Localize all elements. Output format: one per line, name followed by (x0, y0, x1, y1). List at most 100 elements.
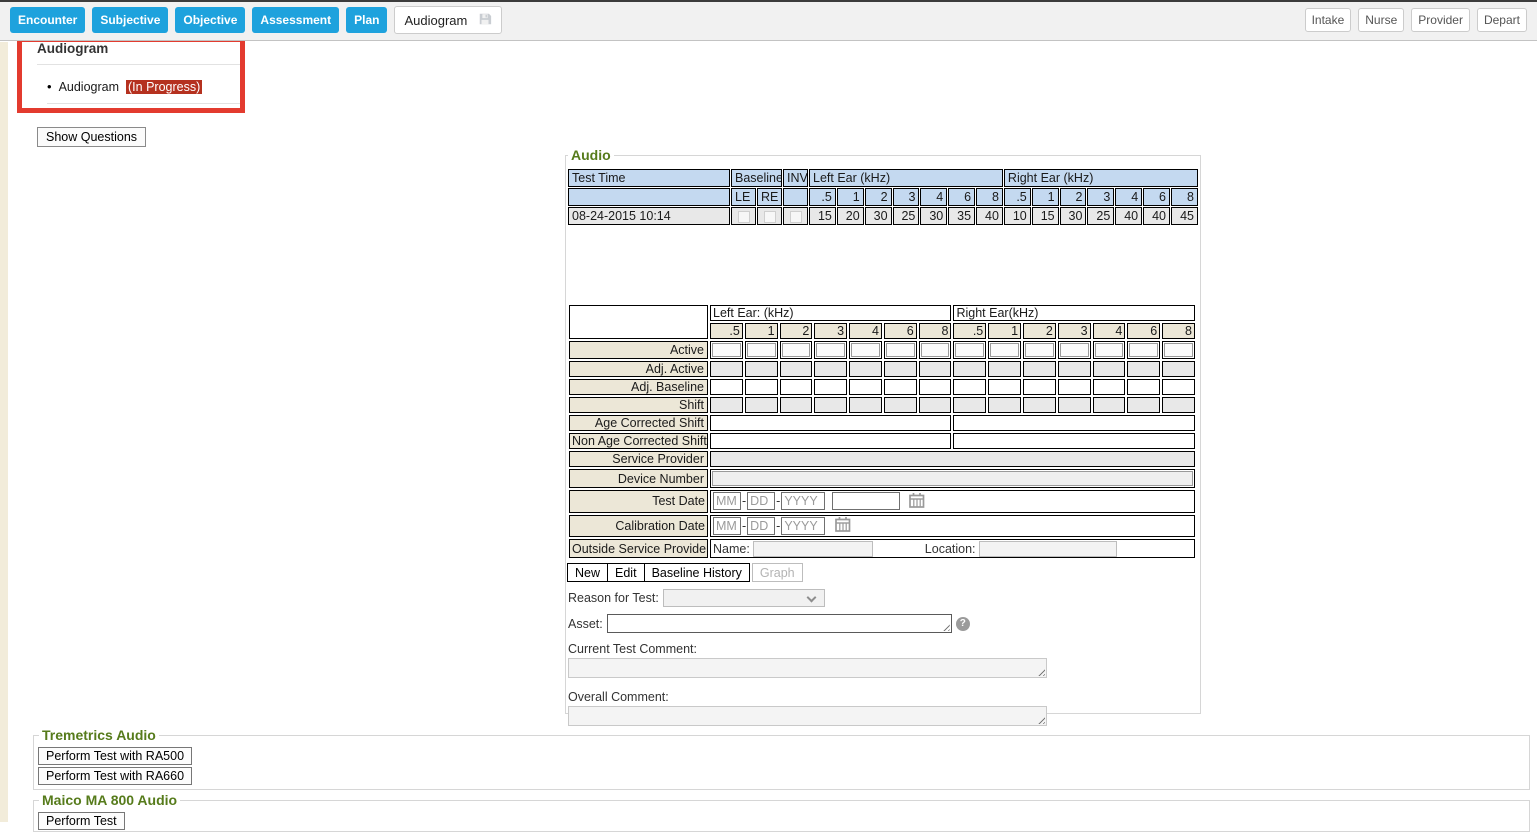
grid-cell (1093, 361, 1126, 377)
threshold-value-cell: 25 (1087, 207, 1114, 225)
threshold-value-cell: 20 (837, 207, 864, 225)
row-label: Non Age Corrected Shift (569, 433, 708, 449)
grid-cell (745, 361, 778, 377)
test-date-row: Test Date -- (569, 490, 1195, 513)
threshold-value-cell: 40 (976, 207, 1003, 225)
nav-button-objective[interactable]: Objective (175, 7, 245, 33)
freq-header-cell: 1 (837, 188, 864, 206)
audio-action-buttons: New Edit Baseline History Graph (567, 563, 1199, 582)
audiogram-section-title: Audiogram (37, 41, 243, 65)
overall-comment-label: Overall Comment: (568, 690, 669, 704)
grid-cell (1023, 379, 1056, 395)
current-test-comment-textarea[interactable] (568, 658, 1047, 678)
reason-for-test-label: Reason for Test: (568, 591, 659, 605)
freq-header-cell: 8 (1162, 323, 1195, 339)
new-button[interactable]: New (567, 563, 608, 582)
perform-test-ra500-button[interactable]: Perform Test with RA500 (38, 747, 192, 765)
active-threshold-input (1129, 343, 1158, 357)
calendar-icon[interactable] (835, 517, 851, 535)
freq-header-cell: 1 (745, 323, 778, 339)
stage-button-intake[interactable]: Intake (1305, 8, 1352, 32)
grid-cell (1058, 397, 1091, 413)
active-threshold-input (990, 343, 1019, 357)
freq-header-cell: 2 (865, 188, 892, 206)
row-label: Adj. Baseline (569, 379, 708, 395)
grid-cell (988, 361, 1021, 377)
grid-cell (1127, 397, 1160, 413)
tab-audiogram[interactable]: Audiogram (394, 6, 502, 34)
grid-cell (1127, 379, 1160, 395)
calendar-icon[interactable] (909, 493, 925, 511)
nav-button-plan[interactable]: Plan (346, 7, 387, 33)
nav-button-encounter[interactable]: Encounter (10, 7, 85, 33)
grid-cell (814, 379, 847, 395)
age-corrected-left-cell (710, 415, 951, 431)
grid-cell (988, 379, 1021, 395)
grid-cell (1127, 361, 1160, 377)
test-date-year-input[interactable] (781, 492, 825, 510)
active-threshold-input (886, 343, 915, 357)
calibration-date-year-input[interactable] (781, 517, 825, 535)
calibration-date-row: Calibration Date -- (569, 515, 1195, 538)
nav-button-subjective[interactable]: Subjective (92, 7, 168, 33)
perform-test-ra660-button[interactable]: Perform Test with RA660 (38, 767, 192, 785)
grid-cell (919, 397, 952, 413)
nav-button-assessment[interactable]: Assessment (252, 7, 339, 33)
asset-input[interactable] (607, 614, 952, 633)
stage-button-nurse[interactable]: Nurse (1358, 8, 1404, 32)
save-icon[interactable] (478, 12, 492, 29)
reason-for-test-select[interactable] (663, 589, 825, 607)
test-date-day-input[interactable] (747, 492, 775, 510)
grid-cell (1058, 379, 1091, 395)
freq-header-cell: 2 (1060, 188, 1087, 206)
active-threshold-input (1060, 343, 1089, 357)
test-time-cell: 08-24-2015 10:14 (568, 207, 730, 225)
history-test-row[interactable]: 08-24-2015 10:14 15203025303540 10153025… (568, 207, 1198, 225)
top-toolbar: Encounter Subjective Objective Assessmen… (0, 0, 1537, 41)
shift-row: Shift (569, 397, 1195, 413)
stage-button-provider[interactable]: Provider (1411, 8, 1470, 32)
grid-cell (814, 361, 847, 377)
freq-header-cell: .5 (710, 323, 743, 339)
freq-header-cell: 6 (1127, 323, 1160, 339)
grid-cell (919, 361, 952, 377)
perform-test-button[interactable]: Perform Test (38, 812, 125, 830)
col-test-time: Test Time (568, 169, 730, 187)
active-threshold-input (851, 343, 880, 357)
overall-comment-textarea[interactable] (568, 706, 1047, 726)
test-time-input[interactable] (832, 492, 900, 510)
test-date-month-input[interactable] (713, 492, 741, 510)
outside-location-label: Location: (925, 542, 976, 556)
row-label: Device Number (569, 469, 708, 488)
device-number-row: Device Number (569, 469, 1195, 488)
baseline-history-button[interactable]: Baseline History (644, 563, 750, 582)
left-ear-header: Left Ear: (kHz) (710, 305, 951, 321)
threshold-value-cell: 30 (865, 207, 892, 225)
grid-cell (1023, 397, 1056, 413)
freq-header-cell: 1 (1032, 188, 1059, 206)
grid-cell (1162, 379, 1195, 395)
age-corrected-shift-row: Age Corrected Shift (569, 415, 1195, 431)
edit-button[interactable]: Edit (607, 563, 645, 582)
grid-cell (814, 397, 847, 413)
freq-header-cell: 4 (920, 188, 947, 206)
audiogram-in-progress-item[interactable]: • Audiogram (In Progress) (47, 79, 244, 104)
help-icon[interactable]: ? (956, 617, 970, 631)
asset-label: Asset: (568, 617, 603, 631)
calibration-date-month-input[interactable] (713, 517, 741, 535)
threshold-value-cell: 45 (1171, 207, 1198, 225)
grid-cell (710, 361, 743, 377)
freq-header-cell: 3 (893, 188, 920, 206)
threshold-value-cell: 40 (1115, 207, 1142, 225)
service-provider-value-cell (710, 451, 1195, 467)
grid-cell (1162, 361, 1195, 377)
grid-cell (1023, 361, 1056, 377)
active-threshold-input (955, 343, 984, 357)
show-questions-button[interactable]: Show Questions (37, 127, 146, 147)
audio-history-table: Test Time Baseline INV Left Ear (kHz) Ri… (567, 168, 1199, 226)
active-threshold-input (747, 343, 776, 357)
stage-button-depart[interactable]: Depart (1477, 8, 1527, 32)
grid-cell (849, 397, 882, 413)
calibration-date-day-input[interactable] (747, 517, 775, 535)
active-threshold-input (712, 343, 741, 357)
